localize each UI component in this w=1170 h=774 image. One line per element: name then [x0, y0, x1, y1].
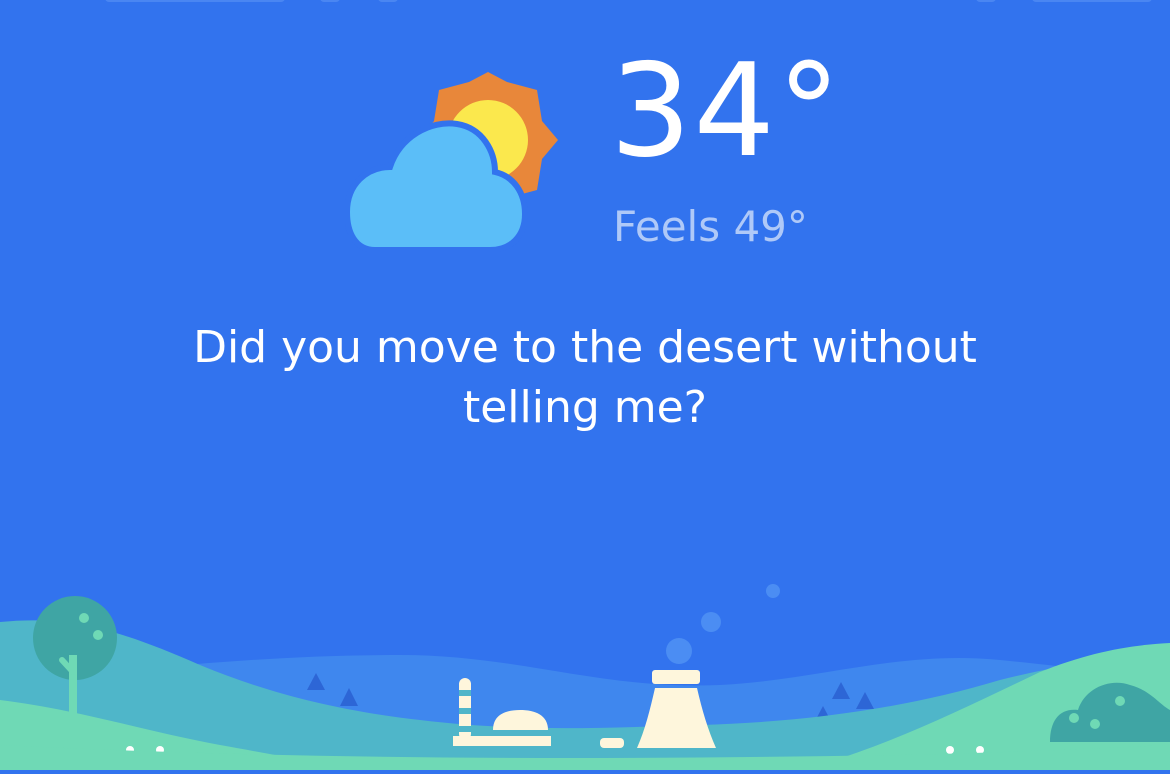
landscape-illustration [0, 560, 1170, 770]
status-chip [1032, 0, 1152, 2]
status-dot [976, 0, 996, 2]
status-dot [320, 0, 340, 2]
temperature: 34° [610, 37, 843, 186]
weather-message-text: Did you move to the desert without telli… [193, 322, 977, 433]
status-dot [378, 0, 398, 2]
feels-like: Feels 49° [613, 202, 808, 251]
weather-message: Did you move to the desert without telli… [0, 318, 1170, 438]
status-bar-remnant [0, 0, 1170, 2]
status-chip [105, 0, 285, 2]
partly-sunny-icon [343, 72, 560, 253]
